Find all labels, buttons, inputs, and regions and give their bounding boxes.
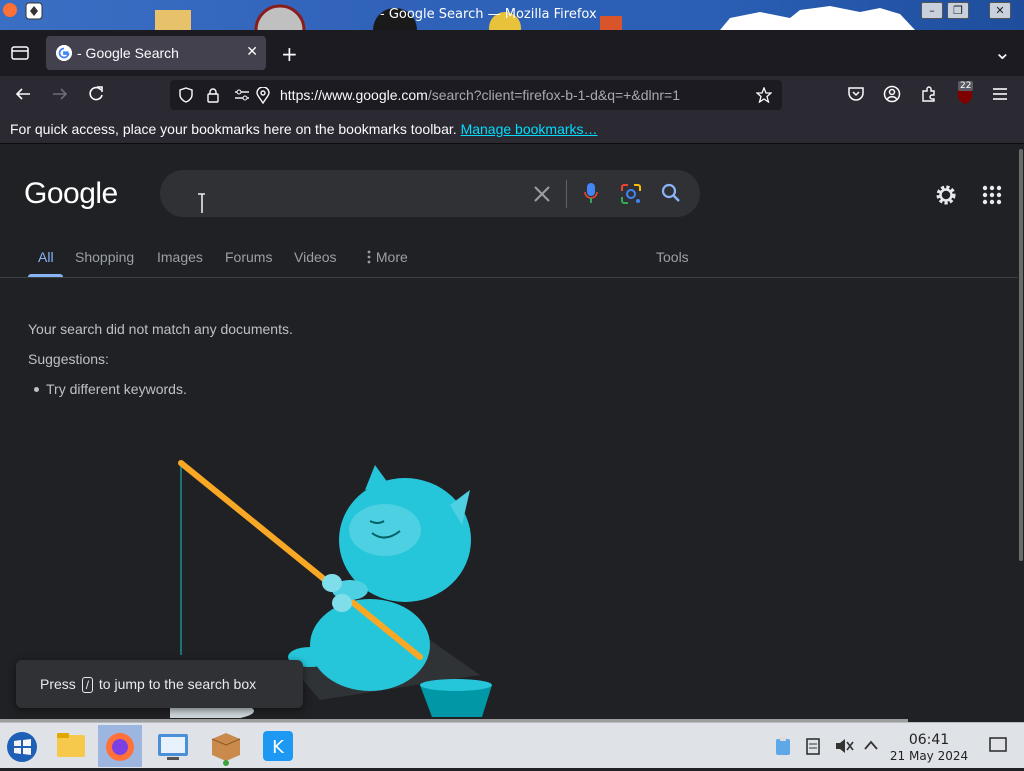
extensions-puzzle-icon[interactable] <box>920 85 938 103</box>
tab-videos[interactable]: Videos <box>294 249 337 265</box>
tab-close-icon[interactable]: ✕ <box>246 44 258 60</box>
tab-strip: - Google Search ✕ + ⌄ <box>0 30 1024 76</box>
firefox-taskbar-icon[interactable] <box>98 725 142 767</box>
tools-button[interactable]: Tools <box>656 249 689 265</box>
search-input[interactable] <box>184 178 524 208</box>
google-apps-grid-icon[interactable] <box>982 185 1002 205</box>
no-match-message: Your search did not match any documents. <box>28 321 293 337</box>
kde-app-icon[interactable]: K <box>256 725 300 767</box>
search-tabs: All Shopping Images Forums Videos More T… <box>28 247 1018 277</box>
ublock-extension-icon[interactable]: 22 <box>956 81 974 105</box>
location-pin-icon[interactable] <box>256 87 270 104</box>
search-box[interactable] <box>160 170 700 217</box>
extension-badge: 22 <box>958 81 974 91</box>
vertical-scrollbar[interactable] <box>1018 145 1024 721</box>
search-divider <box>566 180 567 208</box>
tab-images[interactable]: Images <box>157 249 203 265</box>
tab-more-label: More <box>375 249 408 265</box>
pocket-icon[interactable] <box>847 85 865 103</box>
show-hidden-icons-chevron-icon[interactable] <box>863 739 879 751</box>
toast-suffix: to jump to the search box <box>98 676 257 692</box>
clear-search-icon[interactable] <box>533 185 551 203</box>
browser-tab[interactable]: - Google Search ✕ <box>46 36 266 70</box>
maximize-button[interactable]: ❐ <box>947 2 969 19</box>
google-logo[interactable]: Google <box>24 177 118 211</box>
settings-gear-icon[interactable] <box>934 183 958 207</box>
svg-text:K: K <box>272 737 285 758</box>
firefox-view-icon[interactable] <box>11 45 29 61</box>
tab-all[interactable]: All <box>38 249 54 265</box>
manage-bookmarks-link[interactable]: Manage bookmarks… <box>461 121 598 137</box>
microphone-icon[interactable] <box>584 182 598 204</box>
google-results-page: Google All Shopping Images Forums Videos… <box>0 145 1018 721</box>
more-vertical-icon <box>367 250 371 264</box>
taskbar: K 06:41 21 May 2024 <box>0 722 1024 768</box>
bookmark-star-icon[interactable] <box>756 87 772 103</box>
url-bar[interactable]: https://www.google.com/search?client=fir… <box>170 80 782 110</box>
close-window-button[interactable]: ✕ <box>989 2 1011 19</box>
permissions-icon[interactable] <box>234 88 250 102</box>
window-titlebar: - Google Search — Mozilla Firefox – ❐ ✕ <box>0 0 1024 30</box>
clipboard-tray-icon[interactable] <box>774 736 792 756</box>
file-manager-icon[interactable] <box>49 725 93 767</box>
back-arrow-icon[interactable] <box>14 85 32 103</box>
keyboard-shortcut-toast: Press / to jump to the search box <box>16 660 303 708</box>
scrollbar-thumb[interactable] <box>1019 149 1023 561</box>
clock-time[interactable]: 06:41 <box>890 732 968 748</box>
new-tab-button[interactable]: + <box>281 42 298 66</box>
window-title: - Google Search — Mozilla Firefox <box>380 7 597 22</box>
forward-arrow-icon[interactable] <box>51 85 69 103</box>
minimize-button[interactable]: – <box>921 2 943 19</box>
tab-title: - Google Search <box>77 45 179 61</box>
tab-more[interactable]: More <box>366 249 408 265</box>
account-icon[interactable] <box>883 85 901 103</box>
bookmarks-hint-text: For quick access, place your bookmarks h… <box>10 121 457 137</box>
tab-forums[interactable]: Forums <box>225 249 272 265</box>
toast-text: Press / to jump to the search box <box>40 676 256 693</box>
url-domain: https://www.google.com <box>280 87 428 103</box>
url-path: /search?client=firefox-b-1-d&q=+&dlnr=1 <box>427 87 681 103</box>
start-menu-button[interactable] <box>0 725 44 767</box>
navigation-bar: https://www.google.com/search?client=fir… <box>0 76 1024 114</box>
volume-muted-icon[interactable] <box>834 737 854 755</box>
suggestion-text: Try different keywords. <box>46 381 187 397</box>
hamburger-menu-icon[interactable] <box>991 85 1009 103</box>
bookmarks-message: For quick access, place your bookmarks h… <box>10 121 598 137</box>
google-lens-icon[interactable] <box>620 183 642 205</box>
lock-icon[interactable] <box>206 87 220 103</box>
toast-key: / <box>81 677 94 693</box>
search-icon[interactable] <box>660 182 682 204</box>
system-settings-icon[interactable] <box>151 725 195 767</box>
url-text: https://www.google.com/search?client=fir… <box>280 87 745 103</box>
reload-icon[interactable] <box>87 85 105 103</box>
text-cursor-icon <box>198 193 205 213</box>
show-desktop-icon[interactable] <box>989 737 1007 753</box>
bullet <box>34 387 39 392</box>
tab-shopping[interactable]: Shopping <box>75 249 134 265</box>
suggestion-item: Try different keywords. <box>34 381 187 397</box>
package-installer-icon[interactable] <box>204 725 248 767</box>
tabs-divider <box>0 277 1018 278</box>
toast-prefix: Press <box>40 676 76 692</box>
suggestions-label: Suggestions: <box>28 351 109 367</box>
list-all-tabs-icon[interactable]: ⌄ <box>994 40 1011 64</box>
google-favicon-icon <box>56 45 72 61</box>
window-app-icons <box>0 0 48 30</box>
clock-date[interactable]: 21 May 2024 <box>887 749 971 763</box>
notes-tray-icon[interactable] <box>805 736 821 756</box>
tracking-protection-shield-icon[interactable] <box>178 87 194 103</box>
bookmarks-toolbar: For quick access, place your bookmarks h… <box>0 114 1024 144</box>
